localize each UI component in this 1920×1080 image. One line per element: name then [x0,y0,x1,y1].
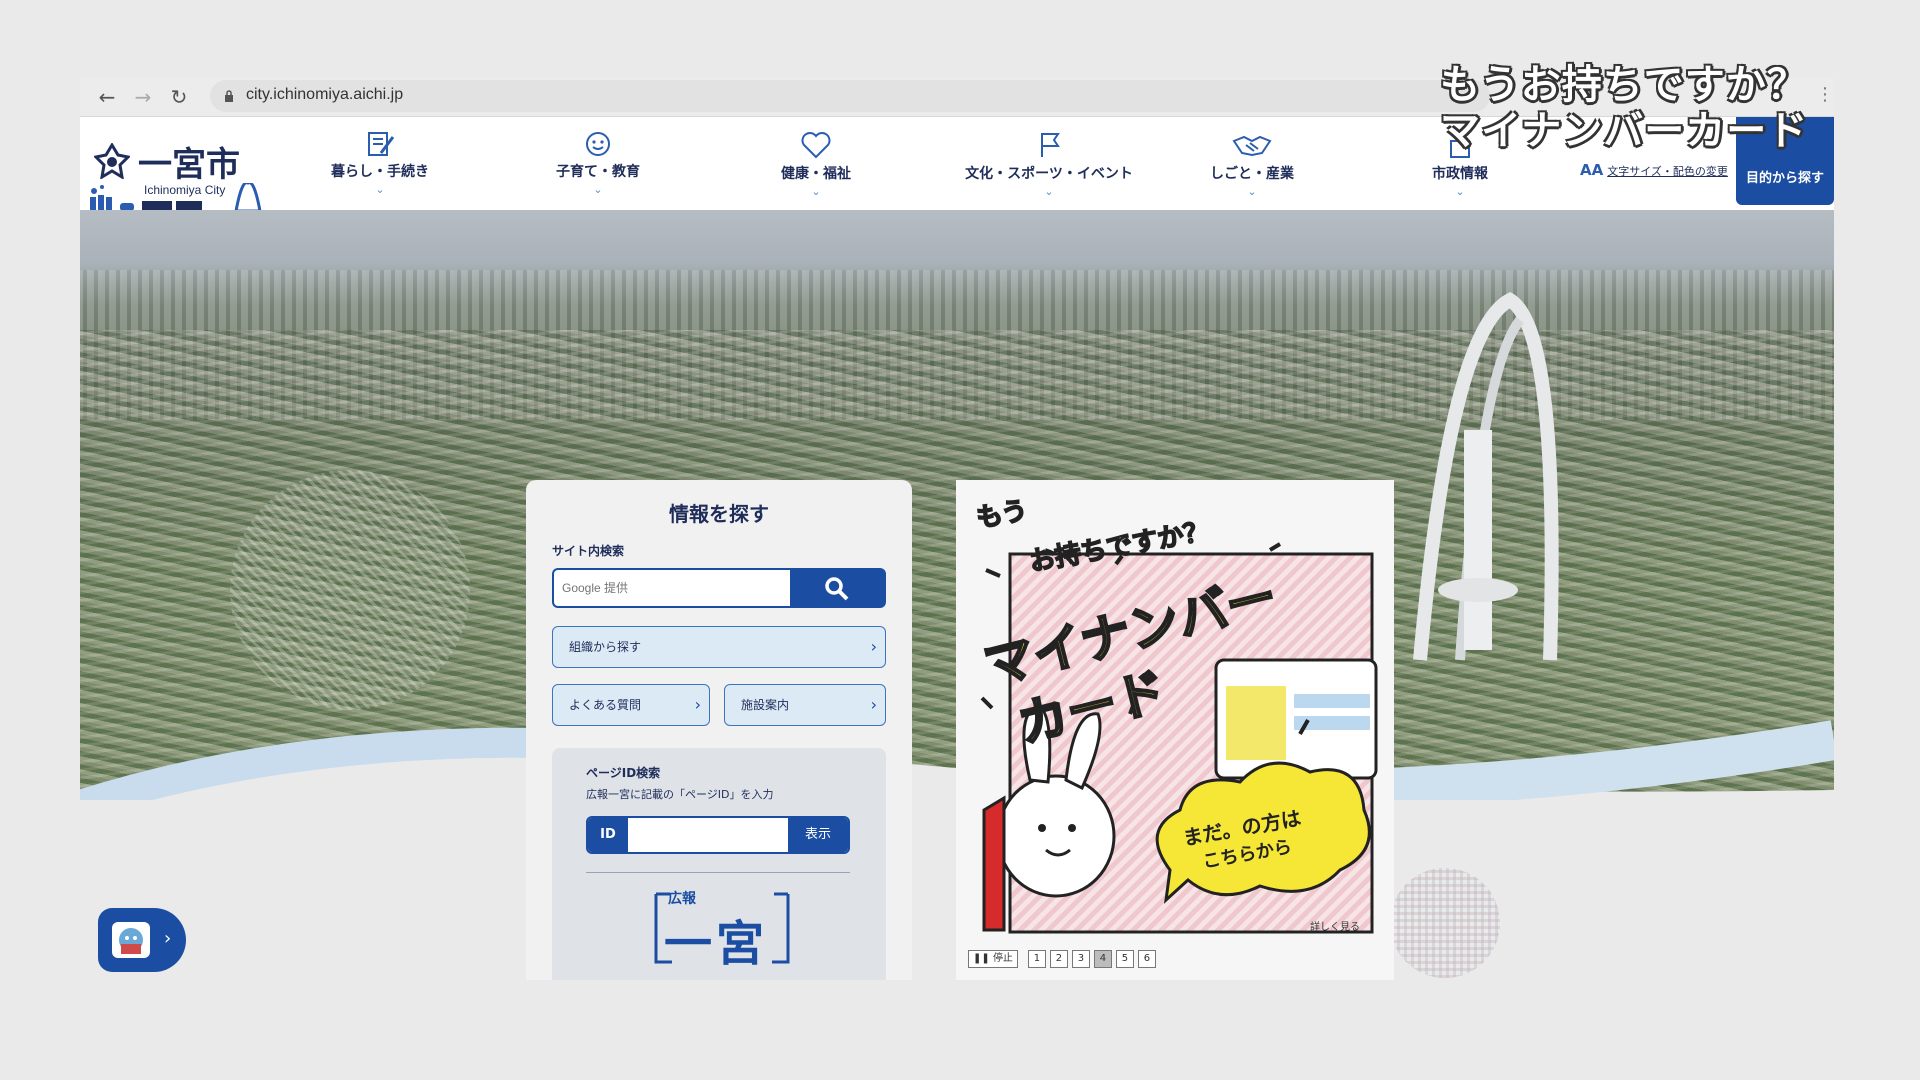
reload-icon[interactable]: ↻ [166,84,192,110]
koho-ichinomiya-logo[interactable]: 広報 一宮 [652,888,792,972]
facility-label: 施設案内 [741,698,790,712]
handshake-icon [1232,135,1272,157]
mascot-chat-button[interactable]: › [98,908,186,972]
decor-halftone-circle [230,470,470,710]
nav-label: 文化・スポーツ・イベント [965,166,1133,182]
carousel-page-3[interactable]: 3 [1071,950,1090,968]
site-logo[interactable]: 一宮市 Ichinomiya City [86,125,276,213]
chevron-down-icon: ⌄ [593,183,603,196]
chevron-right-icon: › [694,695,701,714]
search-button[interactable] [790,568,886,608]
info-search-panel: 情報を探す サイト内検索 組織から探す › よくある質問 › 施設案内 › ペー… [526,480,912,980]
mascot-icon [112,922,150,958]
page-id-input[interactable]: ID 表示 [586,816,850,854]
town-silhouette-icon [90,183,262,213]
site-search-label: サイト内検索 [552,544,625,558]
chevron-down-icon: ⌄ [811,185,821,198]
nav-culture-sports-events[interactable]: 文化・スポーツ・イベント ⌄ [954,125,1144,205]
nav-living-procedures[interactable]: 暮らし・手続き ⌄ [300,125,460,205]
carousel-pause-button[interactable]: ❚❚ 停止 [968,950,1018,968]
page-id-label: ID [588,818,628,852]
carousel-page-5[interactable]: 5 [1115,950,1134,968]
org-search-label: 組織から探す [569,640,642,654]
heart-icon [801,132,831,159]
observation-tower-illustration [1413,292,1559,661]
banner-more-link[interactable]: 詳しく見る [1310,918,1360,933]
city-emblem-icon [94,143,130,179]
faq-button[interactable]: よくある質問 › [552,684,710,726]
nav-label: 市政情報 [1432,166,1488,182]
page-id-show-button[interactable]: 表示 [788,818,848,852]
search-panel-title: 情報を探す [669,502,769,526]
nav-label: しごと・産業 [1210,166,1294,182]
chevron-down-icon: ⌄ [375,183,385,196]
facility-guide-button[interactable]: 施設案内 › [724,684,886,726]
nav-label: 子育て・教育 [556,164,640,180]
site-search-input[interactable] [552,568,792,608]
chevron-right-icon: › [870,637,877,656]
carousel-page-1[interactable]: 1 [1027,950,1046,968]
url-text: city.ichinomiya.aichi.jp [246,86,404,103]
chevron-right-icon: › [164,928,172,949]
search-icon [825,577,849,601]
chevron-down-icon: ⌄ [1044,185,1054,198]
faq-label: よくある質問 [569,698,642,712]
chevron-down-icon: ⌄ [1247,185,1257,198]
font-size-icon: AA [1580,161,1604,179]
video-caption-overlay: もうお持ちですか？ マイナンバーカード [1440,62,1820,154]
carousel-page-2[interactable]: 2 [1049,950,1068,968]
fontsize-color-link[interactable]: AA 文字サイズ・配色の変更 [1580,161,1728,179]
page-id-title: ページID検索 [586,766,661,780]
fontsize-link-text: 文字サイズ・配色の変更 [1607,165,1728,178]
page-id-description: 広報一宮に記載の「ページID」を入力 [586,788,774,801]
flag-icon [1041,133,1060,157]
page-id-search-box: ページID検索 広報一宮に記載の「ページID」を入力 ID 表示 広報 一宮 [552,748,886,980]
carousel-page-4[interactable]: 4 [1093,950,1112,968]
nav-health-welfare[interactable]: 健康・福祉 ⌄ [736,125,896,205]
decor-plaid-circle [1390,868,1500,978]
forward-arrow-icon[interactable]: → [130,84,156,110]
carousel-controls: ❚❚ 停止 1 2 3 4 5 6 [968,950,1156,968]
back-arrow-icon[interactable]: ← [94,84,120,110]
address-bar[interactable]: city.ichinomiya.aichi.jp [210,80,1490,112]
chevron-right-icon: › [870,695,877,714]
pause-label: 停止 [992,953,1013,964]
nav-work-industry[interactable]: しごと・産業 ⌄ [1172,125,1332,205]
carousel-page-6[interactable]: 6 [1137,950,1156,968]
lock-icon [225,90,233,102]
purpose-button-label: 目的から探す [1745,171,1824,186]
document-pencil-icon [368,132,395,156]
divider [586,872,850,873]
koho-logo-large: 一宮 [664,916,769,972]
chevron-down-icon: ⌄ [1455,185,1465,198]
smiley-face-icon [586,132,610,156]
caption-line-1: もうお持ちですか？ [1440,62,1808,108]
caption-line-2: マイナンバーカード [1440,108,1809,154]
nav-label: 健康・福祉 [781,166,851,182]
logo-text: 一宮市 [138,145,240,185]
search-by-organization-button[interactable]: 組織から探す › [552,626,886,668]
nav-childcare-education[interactable]: 子育て・教育 ⌄ [518,125,678,205]
mynumber-card-banner[interactable]: もう お持ちですか？ マイナンバー カード まだ。の方は こちらから 詳しく見る… [956,480,1394,980]
nav-label: 暮らし・手続き [331,164,429,180]
